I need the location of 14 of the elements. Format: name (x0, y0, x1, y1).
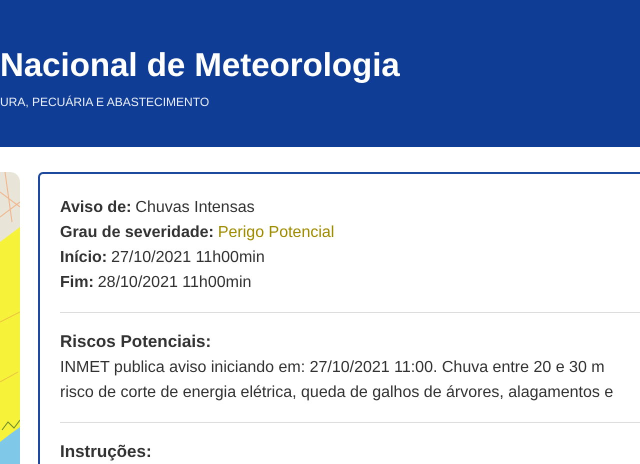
field-value: 28/10/2021 11h00min (98, 274, 252, 291)
section-text: INMET publica aviso iniciando em: 27/10/2021 11:00. Chuva entre 20 e 30 m (60, 358, 605, 378)
section-heading: Riscos Potenciais: (60, 332, 212, 352)
field-label: Aviso de: (60, 199, 132, 216)
field-label: Início: (60, 249, 108, 266)
ministry-subtitle: URA, PECUÁRIA E ABASTECIMENTO (0, 95, 210, 109)
field-label: Grau de severidade: (60, 224, 214, 241)
site-title: Nacional de Meteorologia (0, 46, 400, 84)
field-value: 27/10/2021 11h00min (111, 249, 265, 266)
field-value: Perigo Potencial (218, 224, 334, 241)
section-heading: Instruções: (60, 442, 152, 462)
section-text: risco de corte de energia elétrica, queda de galhos de árvores, alagamentos e (60, 383, 614, 403)
field-value: Chuvas Intensas (135, 199, 255, 216)
field-label: Fim: (60, 274, 94, 291)
